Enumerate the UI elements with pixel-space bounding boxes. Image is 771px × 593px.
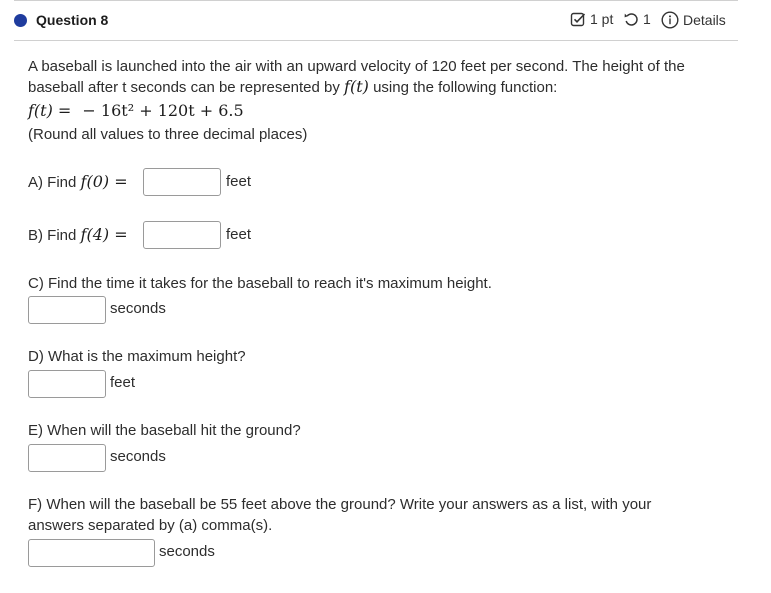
part-d-input[interactable] [28,370,106,398]
points-indicator: 1 pt [570,11,613,27]
part-a-label: A) Find f(0) = [28,172,128,191]
intro-line-2: baseball after t seconds can be represen… [28,77,557,98]
details-button[interactable]: Details [661,11,726,29]
intro-line-2-suffix: using the following function: [373,79,558,96]
intro-line-2-prefix: baseball after t seconds can be represen… [28,79,340,96]
part-f-prompt-line-2: answers separated by (a) comma(s). [28,517,273,534]
part-b-unit: feet [226,226,252,243]
function-equation: f(t) = − 16t² + 120t + 6.5 [28,101,244,120]
intro-line-1: A baseball is launched into the air with… [28,58,685,75]
part-c-input[interactable] [28,296,106,324]
header-divider [14,40,738,41]
part-c-unit: seconds [110,300,166,317]
part-d-prompt: D) What is the maximum height? [28,348,246,365]
rounding-note: (Round all values to three decimal place… [28,126,308,143]
equation-rhs: − 16t² + 120t + 6.5 [82,101,244,120]
info-icon [661,11,679,29]
part-f-unit: seconds [159,543,215,560]
part-b-input[interactable] [143,221,221,249]
part-f-prompt-line-1: F) When will the baseball be 55 feet abo… [28,496,652,513]
checkbox-icon [570,11,586,27]
part-d-unit: feet [110,374,136,391]
equation-lhs: f(t) = [28,101,72,120]
part-f-input[interactable] [28,539,155,567]
question-title: Question 8 [36,12,109,28]
retries-count: 1 [643,11,651,27]
points-label: 1 pt [590,11,614,27]
part-e-prompt: E) When will the baseball hit the ground… [28,422,301,439]
part-e-input[interactable] [28,444,106,472]
details-label: Details [683,12,726,28]
part-c-prompt: C) Find the time it takes for the baseba… [28,275,492,292]
retry-icon [623,11,639,27]
header-top-divider [14,0,738,1]
retries-indicator: 1 [623,11,651,27]
part-a-expression: f(0) = [80,172,128,191]
part-b-label: B) Find f(4) = [28,225,128,244]
part-e-unit: seconds [110,448,166,465]
part-b-expression: f(4) = [80,225,128,244]
part-a-unit: feet [226,173,252,190]
question-status-dot [14,14,27,27]
part-a-input[interactable] [143,168,221,196]
function-name: f(t) [344,77,369,96]
